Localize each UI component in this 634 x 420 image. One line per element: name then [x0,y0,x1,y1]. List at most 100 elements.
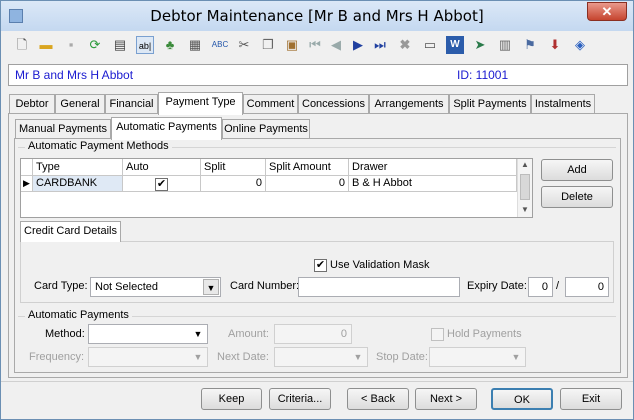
method-select[interactable]: ▼ [88,324,208,344]
chevron-down-icon[interactable]: ▼ [190,326,206,342]
save-icon[interactable]: ▪ [62,36,80,54]
tab-manual-payments[interactable]: Manual Payments [15,119,111,139]
current-row-indicator-icon: ▶ [21,176,33,192]
chevron-down-icon[interactable]: ▼ [508,349,524,365]
cell-split-percent[interactable]: 0 [201,176,266,192]
field-icon[interactable]: ab| [136,36,154,54]
tab-online-payments[interactable]: Online Payments [222,119,310,139]
cell-type[interactable]: CARDBANK [33,176,123,192]
chevron-down-icon[interactable]: ▼ [203,279,219,295]
word-icon[interactable]: W [446,36,464,54]
row-indicator-header [21,159,33,176]
refresh-icon[interactable]: ⟳ [86,36,104,54]
toolbar: 🗋 ▬ ▪ ⟳ ▤ ab| ♣ ▦ ABC ✂ ❐ ▣ ⏮ ◀ ▶ ⏭ ✖ ▭ … [5,34,631,58]
keep-button[interactable]: Keep [201,388,262,410]
card-type-label: Card Type: [34,280,88,292]
cell-split-amount[interactable]: 0 [266,176,349,192]
exit-button[interactable]: Exit [560,388,622,410]
cell-auto-payments[interactable]: ✔ [123,176,201,192]
last-icon[interactable]: ⏭ [371,36,389,54]
column-header-type[interactable]: Type [33,159,123,176]
expiry-month-field[interactable]: 0 [528,277,553,297]
column-header-split-amount[interactable]: Split Amount [266,159,349,176]
ok-button[interactable]: OK [491,388,553,410]
paste-icon[interactable]: ▣ [283,36,301,54]
calculator-icon[interactable]: ▦ [186,36,204,54]
hold-payments-checkbox[interactable] [431,328,444,341]
debtor-name-bar: Mr B and Mrs H Abbot ID: 11001 [8,64,628,86]
prev-icon[interactable]: ◀ [327,36,345,54]
print-icon[interactable]: ▤ [111,36,129,54]
hold-payments-label: Hold Payments [447,328,522,340]
title-bar: Debtor Maintenance [Mr B and Mrs H Abbot… [1,1,633,31]
delete-icon[interactable]: ✖ [396,36,414,54]
scroll-up-icon[interactable]: ▲ [521,160,529,169]
back-button[interactable]: < Back [347,388,409,410]
card-type-value: Not Selected [95,281,158,293]
tab-instalments[interactable]: Instalments [531,94,595,114]
frequency-select[interactable]: ▼ [88,347,208,367]
expiry-separator: / [556,280,560,292]
tab-debtor[interactable]: Debtor [9,94,55,114]
tab-arrangements[interactable]: Arrangements [369,94,449,114]
footer-divider [1,381,633,382]
auto-payments-group-label: Automatic Payments [25,309,132,321]
frequency-label: Frequency: [29,351,85,363]
download-icon[interactable]: ⬇ [546,36,564,54]
chevron-down-icon[interactable]: ▼ [190,349,206,365]
tab-financial[interactable]: Financial [105,94,158,114]
chevron-down-icon[interactable]: ▼ [350,349,366,365]
amount-field[interactable]: 0 [274,324,352,344]
method-label: Method: [45,328,85,340]
stop-date-picker[interactable]: ▼ [429,347,526,367]
card-number-field[interactable] [298,277,460,297]
first-icon[interactable]: ⏮ [306,36,324,54]
close-button[interactable]: ✕ [587,2,627,21]
card-icon[interactable]: ▭ [421,36,439,54]
use-validation-mask-checkbox[interactable]: ✔ [314,259,327,272]
tab-credit-card-details[interactable]: Credit Card Details [20,221,121,242]
new-icon[interactable]: 🗋 [13,36,31,54]
expiry-year-field[interactable]: 0 [565,277,609,297]
card-number-label: Card Number: [230,280,300,292]
column-header-drawer[interactable]: Drawer [349,159,517,176]
card-type-select[interactable]: Not Selected ▼ [90,277,221,297]
auto-payments-checkbox[interactable]: ✔ [155,178,168,191]
window-title: Debtor Maintenance [Mr B and Mrs H Abbot… [150,7,484,25]
tag-icon[interactable]: ◈ [571,36,589,54]
tab-general[interactable]: General [55,94,105,114]
tree-icon[interactable]: ♣ [161,36,179,54]
tab-comment[interactable]: Comment [243,94,298,114]
cell-drawer[interactable]: B & H Abbot [349,176,517,192]
expiry-date-label: Expiry Date: [467,280,527,292]
tab-payment-type[interactable]: Payment Type [158,92,243,115]
next-button[interactable]: Next > [415,388,477,410]
tab-split-payments[interactable]: Split Payments [449,94,531,114]
amount-label: Amount: [228,328,269,340]
stamp-icon[interactable]: ⚑ [521,36,539,54]
apm-group-label: Automatic Payment Methods [25,140,172,152]
cut-icon[interactable]: ✂ [235,36,253,54]
scroll-thumb[interactable] [520,174,530,200]
use-validation-mask-label: Use Validation Mask [330,259,430,271]
copy-icon[interactable]: ❐ [259,36,277,54]
next-icon[interactable]: ▶ [349,36,367,54]
debtor-maintenance-window: Debtor Maintenance [Mr B and Mrs H Abbot… [0,0,634,420]
forward-icon[interactable]: ➤ [471,36,489,54]
next-date-label: Next Date: [217,351,269,363]
criteria-button[interactable]: Criteria... [269,388,331,410]
spellcheck-icon[interactable]: ABC [211,36,229,54]
stop-date-label: Stop Date: [376,351,428,363]
next-date-picker[interactable]: ▼ [274,347,368,367]
clipboard-icon[interactable]: ▥ [496,36,514,54]
payment-methods-grid[interactable]: Type Auto Payments Split Percent Split A… [20,158,533,218]
tab-concessions[interactable]: Concessions [298,94,369,114]
add-button[interactable]: Add [541,159,613,181]
open-icon[interactable]: ▬ [37,36,55,54]
tab-automatic-payments[interactable]: Automatic Payments [111,117,222,140]
column-header-split-percent[interactable]: Split Percent [201,159,266,189]
delete-button[interactable]: Delete [541,186,613,208]
grid-scrollbar[interactable]: ▲ ▼ [517,159,532,217]
column-header-auto-payments[interactable]: Auto Payments [123,159,201,189]
scroll-down-icon[interactable]: ▼ [521,205,529,214]
